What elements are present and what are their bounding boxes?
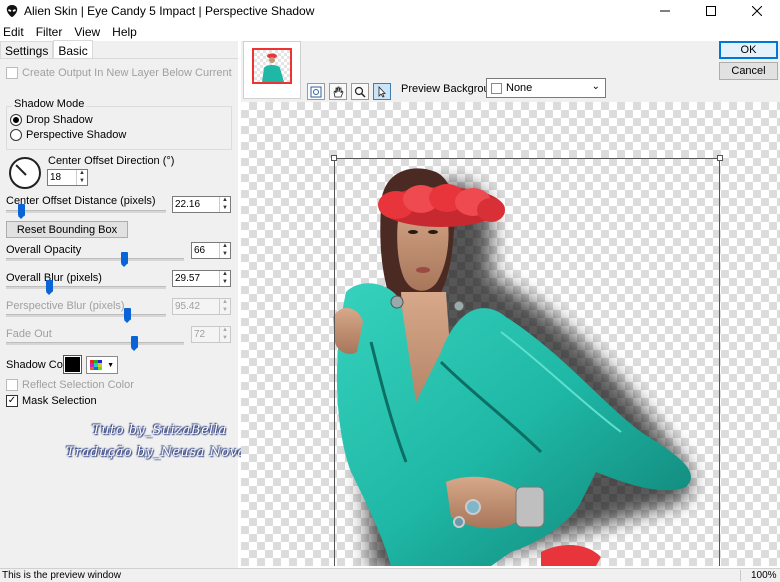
perspective-blur-track (6, 314, 166, 317)
zoom-fit-icon[interactable] (307, 83, 325, 100)
create-output-checkbox[interactable] (6, 67, 18, 79)
minimize-icon[interactable] (642, 0, 688, 22)
zoom-level: 100% (740, 570, 780, 581)
spin-arrows: ▲ ▼ (219, 299, 230, 314)
menu-filter[interactable]: Filter (30, 25, 69, 39)
menu-bar: Edit Filter View Help (0, 22, 780, 41)
reflect-selection-color-option[interactable]: Reflect Selection Color (6, 379, 134, 391)
chevron-down-icon: ⌄ (591, 81, 600, 92)
spin-arrows[interactable]: ▲ ▼ (219, 197, 230, 212)
preview-background-select[interactable]: None ⌄ (486, 78, 606, 98)
perspective-blur-input: 95.42 ▲ ▼ (172, 298, 231, 315)
hand-icon[interactable] (329, 83, 347, 100)
fade-out-value: 72 (194, 329, 206, 340)
perspective-shadow-option[interactable]: Perspective Shadow (10, 129, 126, 141)
center-offset-direction-input[interactable]: 18 ▲ ▼ (47, 169, 88, 186)
center-offset-distance-thumb[interactable] (18, 204, 25, 219)
mask-selection-option[interactable]: ✓ Mask Selection (6, 395, 97, 407)
reset-bounding-box-button[interactable]: Reset Bounding Box (6, 221, 128, 238)
reflect-selection-color-label: Reflect Selection Color (22, 379, 134, 391)
center-offset-distance-track[interactable] (6, 210, 166, 213)
fade-out-thumb (131, 336, 138, 351)
tab-settings[interactable]: Settings (0, 41, 54, 59)
bbox-handle-top-left[interactable] (331, 155, 337, 161)
thumbnail-figure (262, 53, 284, 82)
menu-help[interactable]: Help (106, 25, 143, 39)
tab-basic[interactable]: Basic (53, 40, 93, 59)
watermark-line-1: Tuto by_SuizaBella (92, 423, 227, 438)
overall-opacity-track[interactable] (6, 258, 184, 261)
cancel-button[interactable]: Cancel (719, 62, 778, 80)
tab-strip: Settings Basic (0, 40, 93, 59)
ok-button[interactable]: OK (719, 41, 778, 59)
center-offset-direction-label: Center Offset Direction (°) (48, 155, 175, 167)
settings-panel: Settings Basic Create Output In New Laye… (0, 40, 238, 568)
bbox-handle-top-right[interactable] (717, 155, 723, 161)
perspective-blur-value: 95.42 (175, 301, 201, 312)
center-offset-distance-input[interactable]: 22.16 ▲ ▼ (172, 196, 231, 213)
chevron-down-icon: ▼ (107, 361, 114, 369)
create-output-label: Create Output In New Layer Below Current (22, 67, 232, 79)
dial-needle (15, 164, 27, 176)
shadow-mode-group (6, 106, 232, 150)
preview-background-value: None (506, 82, 533, 94)
preview-toolbar: Preview Background: None ⌄ (241, 41, 780, 102)
overall-opacity-thumb[interactable] (121, 252, 128, 267)
magnifier-icon[interactable] (351, 83, 369, 100)
title-bar: Alien Skin | Eye Candy 5 Impact | Perspe… (0, 0, 780, 22)
shadow-mode-legend: Shadow Mode (12, 98, 87, 110)
maximize-icon[interactable] (688, 0, 734, 22)
overall-opacity-input[interactable]: 66 ▲ ▼ (191, 242, 231, 259)
status-bar: This is the preview window 100% (0, 568, 780, 582)
fade-out-label: Fade Out (6, 328, 52, 340)
navigator-thumbnail[interactable] (243, 41, 301, 99)
create-output-option[interactable]: Create Output In New Layer Below Current (6, 67, 232, 79)
palette-icon (90, 359, 102, 371)
shadow-color-swatch[interactable] (63, 355, 82, 374)
overall-opacity-value[interactable]: 66 (192, 243, 219, 258)
center-offset-distance-value[interactable]: 22.16 (173, 197, 219, 212)
direction-dial[interactable] (9, 157, 41, 189)
fade-out-input: 72 ▲ ▼ (191, 326, 231, 343)
overall-blur-track[interactable] (6, 286, 166, 289)
drop-shadow-option[interactable]: Drop Shadow (10, 114, 93, 126)
perspective-shadow-radio[interactable] (10, 129, 22, 141)
watermark-line-2: Tradução by_Neusa Novaes (66, 445, 262, 460)
reflect-selection-color-checkbox[interactable] (6, 379, 18, 391)
spin-arrows[interactable]: ▲ ▼ (219, 243, 230, 258)
mask-selection-checkbox[interactable]: ✓ (6, 395, 18, 407)
close-icon[interactable] (734, 0, 780, 22)
status-text: This is the preview window (2, 570, 121, 581)
menu-edit[interactable]: Edit (0, 25, 30, 39)
color-palette-button[interactable]: ▼ (86, 356, 118, 374)
overall-opacity-label: Overall Opacity (6, 244, 82, 256)
bounding-box[interactable] (331, 155, 723, 566)
perspective-shadow-label: Perspective Shadow (26, 129, 127, 141)
center-offset-distance-label: Center Offset Distance (pixels) (6, 195, 156, 207)
perspective-blur-label: Perspective Blur (pixels) (6, 300, 125, 312)
drop-shadow-label: Drop Shadow (26, 114, 93, 126)
center-offset-direction-value[interactable]: 18 (48, 170, 76, 185)
spin-arrows: ▲ ▼ (219, 327, 230, 342)
fade-out-track (6, 342, 184, 345)
menu-view[interactable]: View (68, 25, 106, 39)
basic-tab-content: Create Output In New Layer Below Current… (0, 58, 238, 568)
pointer-icon[interactable] (373, 83, 391, 100)
preview-window[interactable] (241, 102, 780, 566)
drop-shadow-radio[interactable] (10, 114, 22, 126)
perspective-blur-thumb (124, 308, 131, 323)
window-title: Alien Skin | Eye Candy 5 Impact | Perspe… (24, 4, 315, 18)
overall-blur-input[interactable]: 29.57 ▲ ▼ (172, 270, 231, 287)
shadow-color-fill (65, 357, 80, 372)
alien-skin-app-icon (4, 3, 20, 19)
mask-selection-label: Mask Selection (22, 395, 97, 407)
spin-arrows[interactable]: ▲ ▼ (219, 271, 230, 286)
thumbnail-view-rect[interactable] (252, 48, 292, 84)
spin-arrows[interactable]: ▲ ▼ (76, 170, 87, 185)
overall-blur-thumb[interactable] (46, 280, 53, 295)
overall-blur-label: Overall Blur (pixels) (6, 272, 102, 284)
background-swatch-icon (491, 82, 502, 94)
overall-blur-value[interactable]: 29.57 (173, 271, 219, 286)
